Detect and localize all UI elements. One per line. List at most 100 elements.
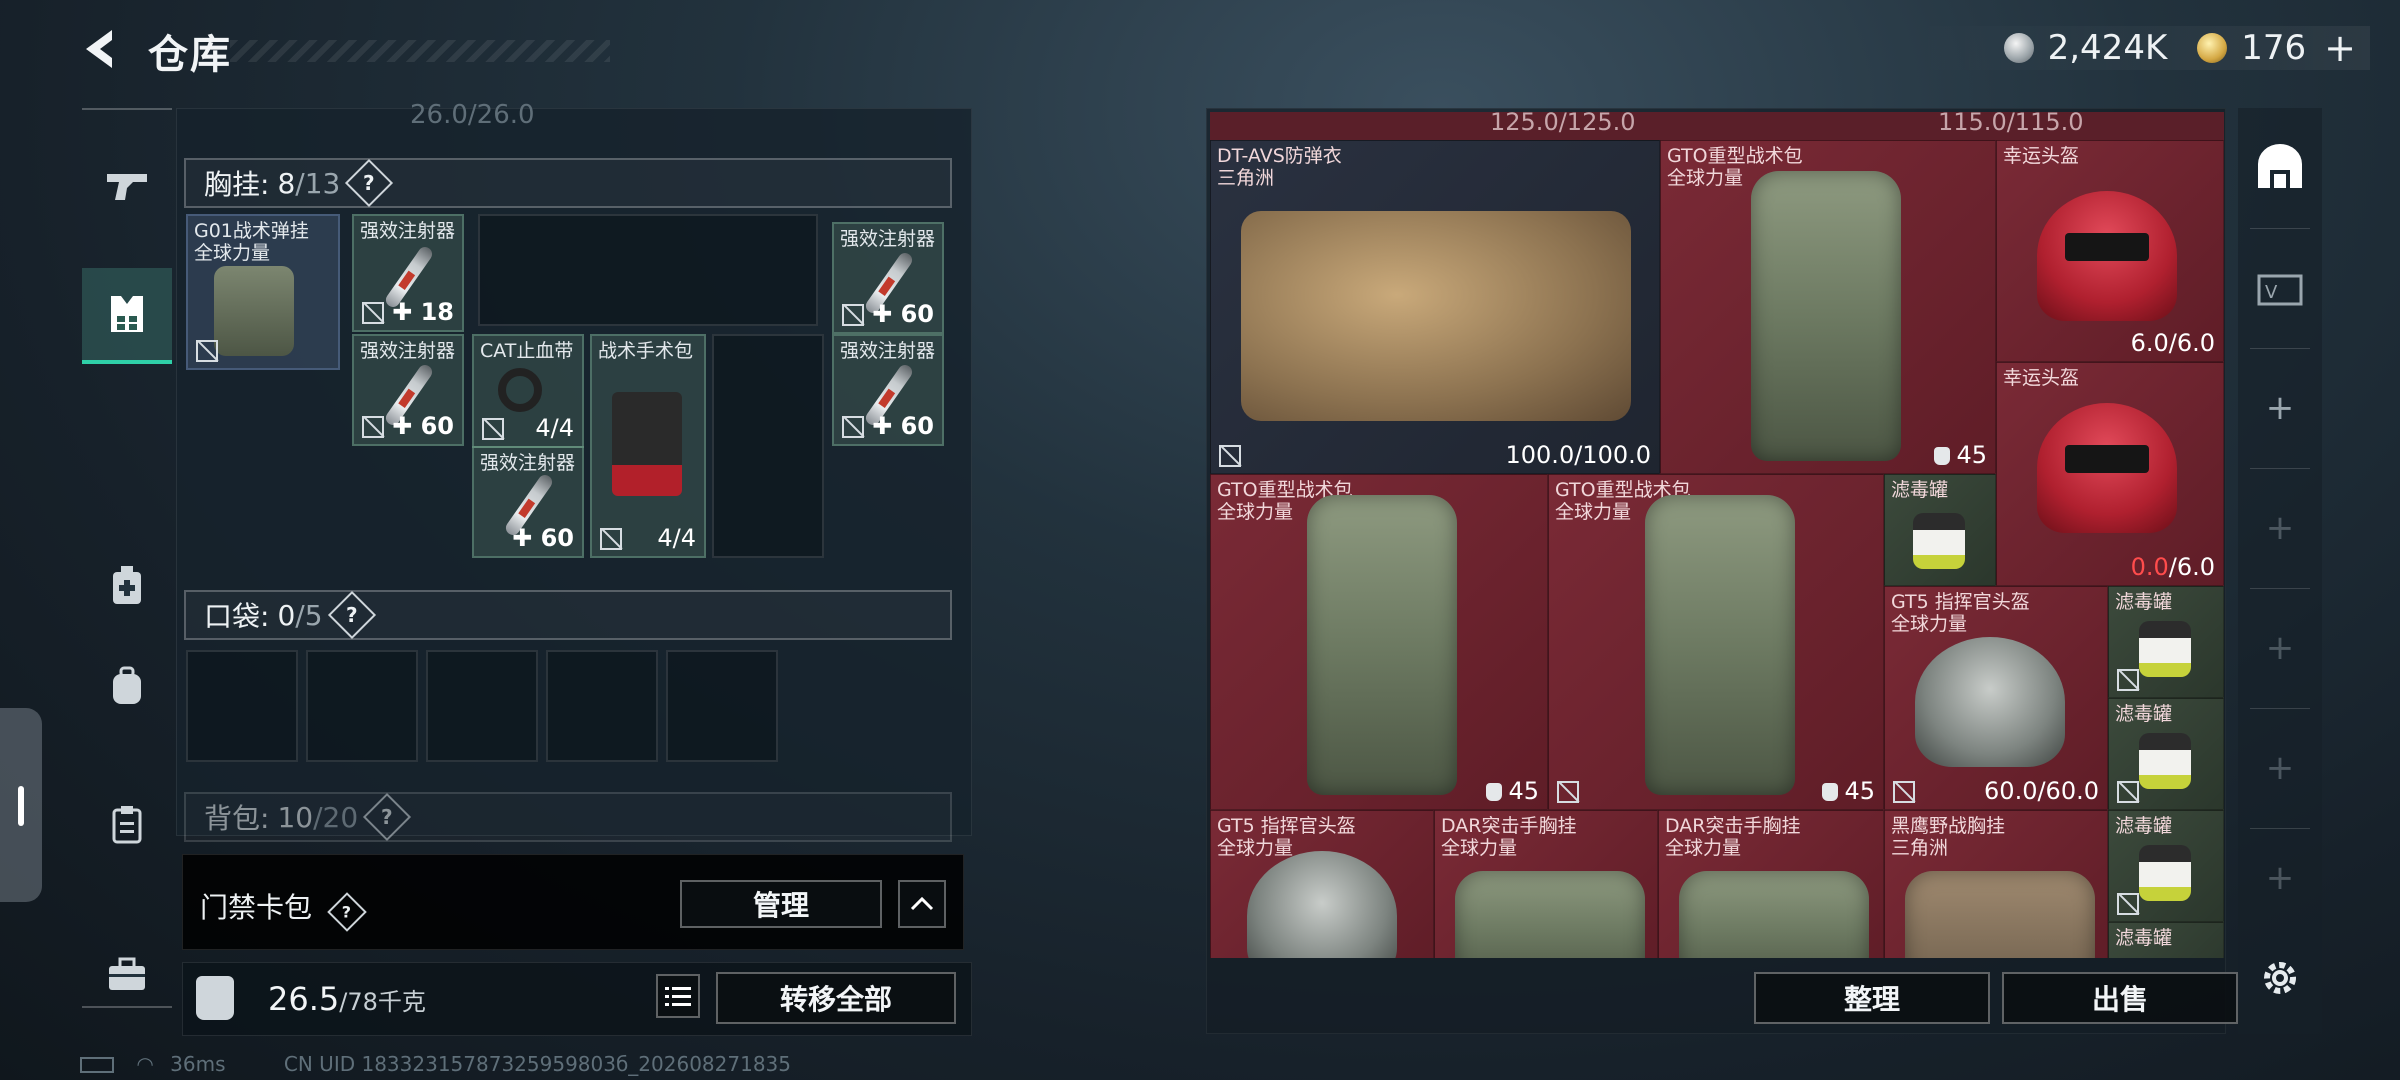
rig-slot-item[interactable]: 强效注射器 ✚ 60 (472, 446, 584, 558)
stash-item[interactable]: DAR突击手胸挂 全球力量 (1658, 810, 1884, 958)
silver-coin-icon (2003, 33, 2034, 63)
filter-image (2139, 733, 2191, 789)
no-insure-icon (842, 416, 864, 438)
item-name: 幸运头盔 (2003, 145, 2080, 167)
stash-page-add[interactable]: + (2238, 828, 2322, 928)
collapse-button[interactable] (898, 880, 946, 928)
capacity-value: 45 (1934, 441, 1987, 469)
armor-image (1241, 211, 1631, 421)
stash-item[interactable]: 滤毒罐 (2108, 698, 2224, 810)
side-drawer-handle[interactable] (0, 708, 42, 902)
stash-item[interactable]: DT-AVS防弹衣 三角洲 100.0/100.0 (1210, 140, 1660, 474)
transfer-all-button[interactable]: 转移全部 (716, 972, 956, 1024)
rig-slot-item[interactable]: 强效注射器 ✚ 60 (832, 222, 944, 334)
gun-icon (107, 174, 147, 200)
stash-item[interactable]: 黑鹰野战胸挂 三角洲 (1884, 810, 2108, 958)
chest-rig-label: 胸挂: (204, 168, 270, 201)
faded-value: 125.0/125.0 (1490, 112, 1636, 136)
rig-slot-item[interactable]: 强效注射器 ✚ 60 (352, 334, 464, 446)
chest-rig-count: 8 (277, 166, 296, 200)
weight-value: 26.5/78千克 (268, 980, 426, 1018)
item-quantity: 4/4 (535, 414, 574, 442)
stash-grid[interactable]: 125.0/125.0 115.0/115.0 DT-AVS防弹衣 三角洲 100… (1210, 112, 2224, 958)
battery-icon (80, 1057, 114, 1073)
stash-page-main[interactable] (2238, 108, 2322, 228)
back-button[interactable] (78, 26, 124, 72)
chest-rig-item[interactable]: G01战术弹挂 全球力量 (186, 214, 340, 370)
pocket-slot[interactable] (666, 650, 778, 762)
gear-icon (2264, 962, 2296, 994)
item-name: 滤毒罐 (2115, 591, 2173, 613)
stash-page-add[interactable]: + (2238, 708, 2322, 828)
stash-item[interactable]: 滤毒罐 (2108, 922, 2224, 958)
wifi-icon: ◠ (136, 1052, 154, 1076)
nav-clipboard[interactable] (82, 776, 172, 872)
surgery-kit-image (612, 392, 682, 496)
chest-rig-header: 胸挂: 8 /13 ? (184, 158, 952, 208)
pocket-slot[interactable] (186, 650, 298, 762)
durability-value: 6.0/6.0 (2130, 329, 2215, 357)
gold-coin-icon (2197, 33, 2228, 63)
nav-weapons[interactable] (82, 138, 172, 234)
stash-item[interactable]: GTO重型战术包 全球力量 45 (1660, 140, 1996, 474)
list-view-button[interactable] (656, 974, 700, 1018)
stash-page-add[interactable]: + (2238, 468, 2322, 588)
sell-button[interactable]: 出售 (2002, 972, 2238, 1024)
keycard-help-button[interactable]: ? (327, 891, 367, 932)
pocket-label: 口袋: (204, 600, 270, 633)
add-currency-button[interactable]: + (2324, 26, 2356, 70)
pocket-slot[interactable] (306, 650, 418, 762)
stash-item[interactable]: DAR突击手胸挂 全球力量 (1434, 810, 1658, 958)
nav-backpack[interactable] (82, 638, 172, 734)
stash-settings-button[interactable] (2238, 928, 2322, 1028)
stash-item[interactable]: 幸运头盔 6.0/6.0 (1996, 140, 2224, 362)
chest-rig-max: /13 (295, 166, 341, 200)
stash-page-add[interactable]: + (2238, 348, 2322, 468)
stash-page-vip[interactable]: V (2238, 228, 2322, 348)
item-name: 强效注射器 (840, 340, 936, 362)
currency-bar: 2,424K 176 + (1910, 26, 2370, 70)
chest-rig-help-button[interactable]: ? (345, 158, 394, 208)
item-quantity: ✚ 60 (392, 412, 454, 440)
item-quantity: ✚ 60 (872, 300, 934, 328)
list-icon (665, 987, 691, 1006)
chest-rig-image (1455, 871, 1645, 958)
stash-page-add[interactable]: + (2238, 588, 2322, 708)
item-name: 强效注射器 (840, 228, 936, 250)
rig-slot-item[interactable]: 强效注射器 ✚ 18 (352, 214, 464, 332)
stash-item[interactable]: 滤毒罐 (1884, 474, 1996, 586)
pocket-slot[interactable] (546, 650, 658, 762)
rig-slot-item[interactable]: CAT止血带 4/4 (472, 334, 584, 448)
stash-page-nav: V + + + + + (2238, 108, 2322, 1034)
stash-item[interactable]: GT5 指挥官头盔 全球力量 (1210, 810, 1434, 958)
stash-item[interactable]: GTO重型战术包 全球力量 45 (1210, 474, 1548, 810)
stash-home-icon (2258, 144, 2302, 188)
pocket-help-button[interactable]: ? (327, 590, 376, 640)
manage-button[interactable]: 管理 (680, 880, 882, 928)
stash-item[interactable]: GTO重型战术包 全球力量 45 (1548, 474, 1884, 810)
clipboard-icon (112, 806, 142, 844)
nav-medical[interactable] (82, 538, 172, 634)
backpack-icon (113, 666, 141, 704)
helmet-image (1247, 851, 1397, 958)
empty-rig-slot[interactable] (712, 334, 824, 558)
stash-item[interactable]: 滤毒罐 (2108, 810, 2224, 922)
rig-image (214, 266, 294, 356)
backpack-help-button[interactable]: ? (363, 792, 412, 842)
pocket-max: /5 (295, 598, 323, 632)
vest-icon (111, 296, 143, 332)
stash-item[interactable]: 幸运头盔 0.0/6.0 (1996, 362, 2224, 586)
empty-rig-slot[interactable] (478, 214, 818, 326)
no-insure-icon (600, 528, 622, 550)
stash-item[interactable]: GT5 指挥官头盔 全球力量 60.0/60.0 (1884, 586, 2108, 810)
filter-image (1913, 513, 1965, 569)
pocket-slot[interactable] (426, 650, 538, 762)
rig-slot-item[interactable]: 强效注射器 ✚ 60 (832, 334, 944, 446)
nav-equipment[interactable] (82, 268, 172, 364)
sort-button[interactable]: 整理 (1754, 972, 1990, 1024)
rig-slot-item[interactable]: 战术手术包 4/4 (590, 334, 706, 558)
stash-item[interactable]: 滤毒罐 (2108, 586, 2224, 698)
item-name: 滤毒罐 (1891, 479, 1949, 501)
uid-text: CN UID 18332315787325959803б_20260827183… (283, 1052, 791, 1076)
durability-value: 100.0/100.0 (1505, 441, 1652, 469)
